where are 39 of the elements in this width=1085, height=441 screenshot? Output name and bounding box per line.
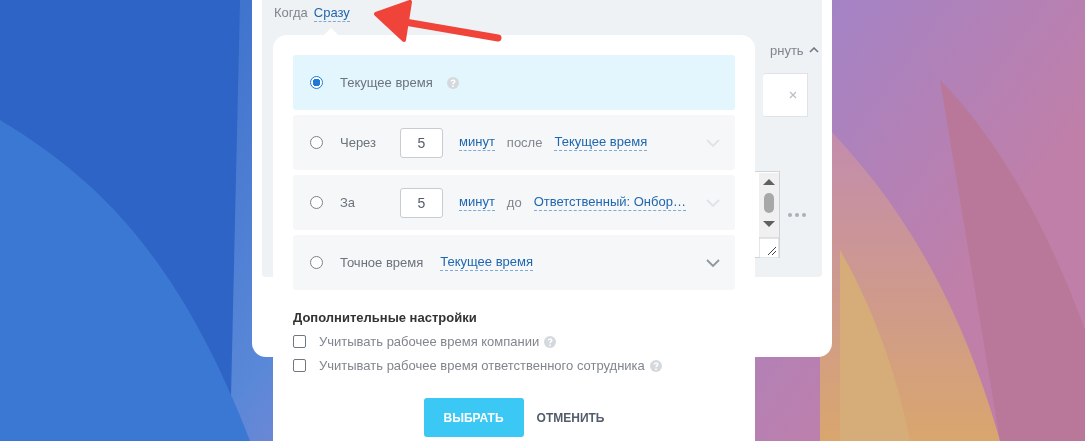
- help-icon: [649, 359, 662, 372]
- when-link[interactable]: Сразу: [313, 5, 350, 22]
- option-row[interactable]: Точное время Текущее время: [293, 235, 735, 290]
- relation-label: после: [506, 135, 543, 150]
- radio-button[interactable]: [310, 76, 323, 89]
- input-field[interactable]: [763, 73, 808, 117]
- checkbox[interactable]: [293, 359, 306, 372]
- checkbox-label: Учитывать рабочее время ответственного сотрудника: [319, 358, 645, 373]
- help-icon: [544, 335, 557, 348]
- help-icon: [446, 76, 459, 89]
- radio-button[interactable]: [310, 256, 323, 269]
- option-label: Точное время: [340, 255, 424, 270]
- option-row[interactable]: Текущее время: [293, 55, 735, 110]
- when-label: Когда: [274, 5, 308, 20]
- radio-button[interactable]: [310, 136, 323, 149]
- target-link[interactable]: Ответственный: Онбор…: [533, 194, 686, 211]
- collapse-button[interactable]: рнуть: [770, 40, 819, 60]
- option-label: Текущее время: [340, 75, 433, 90]
- scrollbar[interactable]: [759, 173, 779, 258]
- cancel-button[interactable]: ОТМЕНИТЬ: [536, 410, 605, 425]
- chevron-icon[interactable]: [706, 258, 720, 267]
- more-icon[interactable]: [788, 212, 806, 217]
- checkbox[interactable]: [293, 335, 306, 348]
- target-link[interactable]: Текущее время: [554, 134, 648, 151]
- option-label: За: [340, 195, 357, 210]
- relation-label: до: [506, 195, 522, 210]
- option-row[interactable]: Через 5 минут после Текущее время: [293, 115, 735, 170]
- close-icon[interactable]: [789, 91, 797, 99]
- option-label: Через: [340, 135, 378, 150]
- section-title: Дополнительные настройки: [293, 310, 478, 325]
- unit-link[interactable]: минут: [459, 194, 495, 211]
- caret-icon: [808, 47, 819, 53]
- checkbox-label: Учитывать рабочее время компании: [319, 334, 540, 349]
- unit-link[interactable]: минут: [459, 134, 495, 151]
- radio-button[interactable]: [310, 196, 323, 209]
- target-link[interactable]: Текущее время: [440, 254, 533, 271]
- option-row[interactable]: За 5 минут до Ответственный: Онбор…: [293, 175, 735, 230]
- number-field[interactable]: 5: [400, 187, 443, 218]
- number-field[interactable]: 5: [400, 127, 443, 158]
